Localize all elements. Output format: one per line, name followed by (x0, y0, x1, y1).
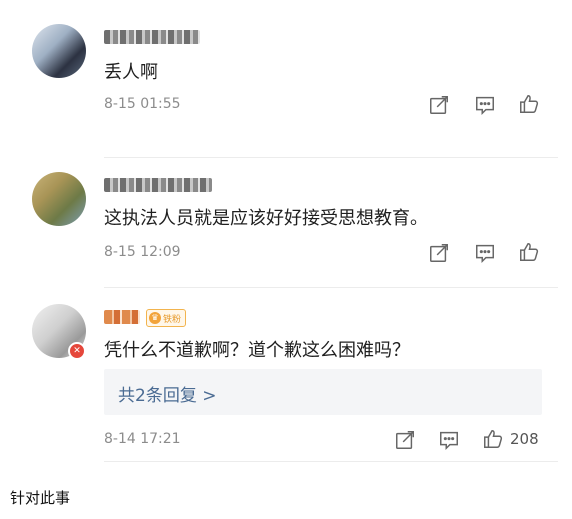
comment-icon[interactable] (474, 94, 496, 116)
fan-badge: ♛ 铁粉 (146, 309, 187, 327)
thumbs-up-icon[interactable] (482, 428, 504, 450)
comment-text: 凭什么不道歉啊？道个歉这么困难吗？ (104, 340, 410, 361)
share-icon[interactable] (394, 429, 416, 451)
username-blurred[interactable] (104, 310, 140, 324)
share-icon[interactable] (428, 94, 450, 116)
divider (104, 461, 558, 462)
comment-icon[interactable] (474, 242, 496, 264)
divider (104, 157, 558, 158)
share-icon[interactable] (428, 242, 450, 264)
view-replies-label: 共2条回复 > (118, 386, 217, 406)
fan-badge-label: 铁粉 (163, 314, 182, 325)
verified-badge-icon: ✕ (68, 342, 86, 360)
avatar[interactable] (32, 172, 86, 226)
comment-text: 丢人啊 (104, 62, 158, 83)
crown-icon: ♛ (149, 312, 161, 324)
thumbs-up-icon[interactable] (518, 241, 540, 263)
comment-text: 这执法人员就是应该好好接受思想教育。 (104, 208, 428, 229)
caption-text: 针对此事 (10, 489, 71, 507)
like-count: 208 (510, 430, 539, 448)
comment-time: 8-14 17:21 (104, 431, 181, 447)
thumbs-up-icon[interactable] (518, 93, 540, 115)
comment-icon[interactable] (438, 429, 460, 451)
username-blurred[interactable] (104, 178, 212, 192)
username-blurred[interactable] (104, 30, 200, 44)
comment-time: 8-15 12:09 (104, 244, 181, 260)
avatar[interactable] (32, 24, 86, 78)
divider (104, 287, 558, 288)
comment-time: 8-15 01:55 (104, 96, 181, 112)
view-replies-button[interactable]: 共2条回复 > (104, 369, 542, 415)
